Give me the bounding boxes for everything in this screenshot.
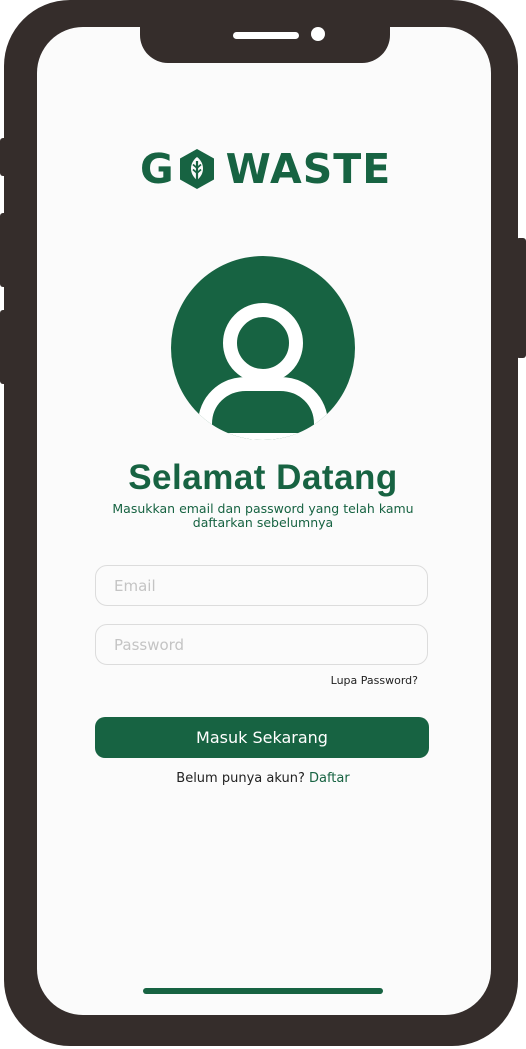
- email-field[interactable]: [95, 565, 428, 606]
- login-button[interactable]: Masuk Sekarang: [95, 717, 429, 758]
- register-prompt: Belum punya akun? Daftar: [0, 771, 526, 786]
- user-avatar-icon: [171, 256, 355, 440]
- forgot-password-link[interactable]: Lupa Password?: [331, 674, 418, 687]
- app-logo: G WASTE: [140, 145, 390, 193]
- camera-icon: [311, 27, 325, 41]
- register-prompt-text: Belum punya akun?: [176, 771, 305, 786]
- logo-text-right: WASTE: [225, 145, 392, 193]
- register-link[interactable]: Daftar: [309, 771, 350, 786]
- leaf-icon: [178, 148, 216, 190]
- password-field[interactable]: [95, 624, 428, 665]
- page-title: Selamat Datang: [128, 458, 398, 497]
- logo-text-left: G: [140, 145, 175, 193]
- page-subtitle: Masukkan email dan password yang telah k…: [112, 501, 414, 530]
- speaker-icon: [233, 32, 299, 39]
- home-indicator[interactable]: [143, 988, 383, 994]
- phone-notch: [140, 18, 390, 63]
